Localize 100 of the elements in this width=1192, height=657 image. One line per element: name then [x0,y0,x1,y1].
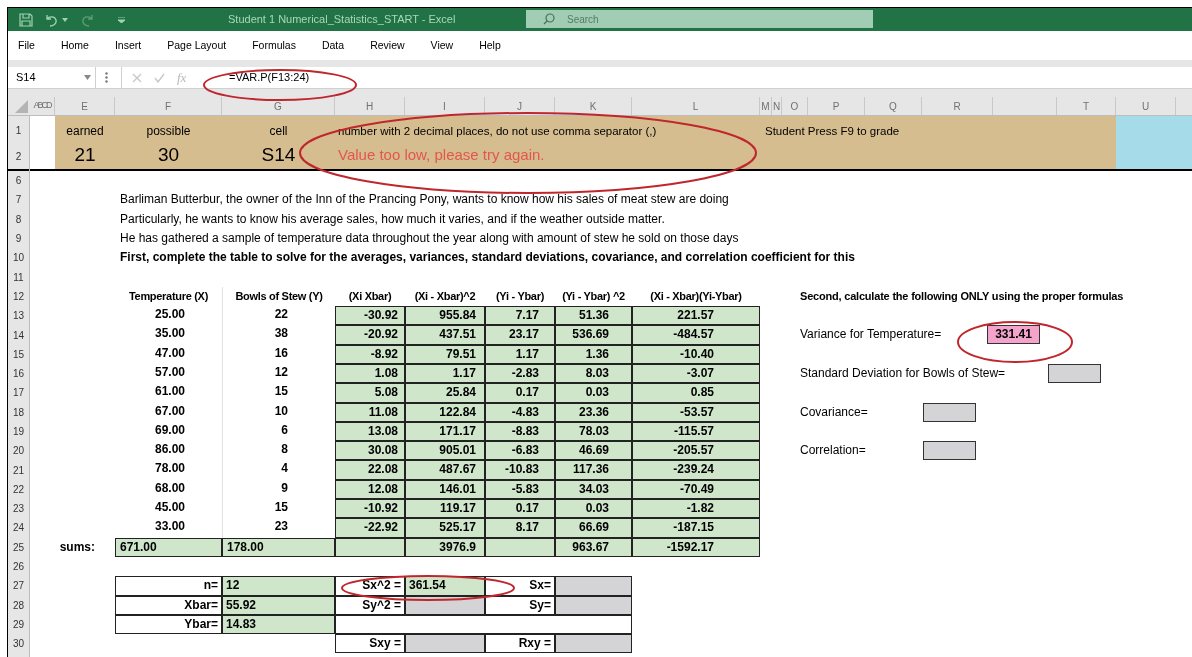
menu-item[interactable]: Review [370,37,405,54]
row-number[interactable]: 10 [12,250,25,266]
table-cell: 955.84 [405,306,485,326]
row-number[interactable]: 28 [12,597,25,613]
table-cell-text: 61.00 [153,383,186,401]
row-number[interactable]: 11 [13,269,24,285]
table-cell: -3.07 [632,363,760,384]
column-header[interactable]: G [274,98,282,114]
row-number[interactable]: 8 [15,211,22,227]
table-cell: -53.57 [632,402,760,422]
column-header[interactable]: K [589,98,597,114]
row-number[interactable]: 25 [12,539,25,555]
column-header[interactable]: I [443,98,446,114]
row-number[interactable]: 23 [12,501,25,517]
row-number[interactable]: 29 [12,616,25,632]
row-number[interactable]: 2 [15,149,22,164]
customize-icon[interactable] [118,16,125,23]
table-cell: 437.51 [405,325,485,345]
row-number[interactable]: 19 [12,424,25,439]
column-header[interactable]: M [761,98,770,114]
table-cell: 8.03 [555,363,632,384]
dropdown-icon[interactable] [84,75,91,80]
answer-box[interactable] [923,441,976,461]
row-number[interactable]: 27 [12,578,25,594]
table-cell: 8.17 [485,518,555,538]
column-header[interactable]: E [81,98,88,114]
column-header[interactable]: N [772,98,781,114]
answer-box[interactable]: 331.41 [987,325,1040,345]
column-header[interactable]: H [365,98,374,114]
column-header[interactable]: O [790,98,799,114]
column-header[interactable]: F [164,98,172,114]
column-header[interactable]: P [832,98,840,114]
answer-box[interactable] [1048,363,1101,383]
table-cell: 221.57 [632,306,760,326]
field-label: Ybar= [115,614,222,635]
row-number[interactable]: 17 [12,385,25,401]
answer-box[interactable] [555,595,632,615]
banner-value: 30 [157,144,180,167]
column-heading: (Yi - Ybar) ^2 [562,288,625,304]
table-cell: 146.01 [405,479,485,500]
window-title: Student 1 Numerical_Statistics_START - Excel [228,12,456,28]
menu-item[interactable]: Page Layout [167,37,227,54]
column-header[interactable]: ABCD [33,99,51,113]
table-cell: 963.67 [555,537,632,557]
menu-item[interactable]: View [430,37,454,54]
column-heading: (Xi - Xbar)(Yi-Ybar) [650,288,742,304]
table-cell: -115.57 [632,421,760,442]
table-cell: 1.17 [485,344,555,364]
table-cell: -6.83 [485,441,555,461]
caret-icon[interactable] [62,17,68,22]
table-cell: 23.17 [485,325,555,345]
answer-box[interactable]: 361.54 [405,576,485,596]
row-number[interactable]: 18 [12,404,25,420]
menu-item[interactable]: Formulas [252,37,296,54]
column-header[interactable]: T [1082,98,1090,114]
row-number[interactable]: 20 [12,443,25,459]
column-header[interactable]: R [953,98,961,114]
row-number[interactable]: 9 [15,231,22,247]
table-cell: -5.83 [485,479,555,500]
instruction-text: number with 2 decimal places, do not use comma separator (,) [338,124,658,139]
row-number[interactable]: 7 [15,192,22,208]
table-cell: 78.03 [555,421,632,442]
answer-box[interactable]: 55.92 [222,595,335,615]
row-number[interactable]: 16 [12,366,25,382]
column-header[interactable]: U [1141,98,1150,114]
name-box[interactable]: S14 [8,67,96,88]
row-number[interactable]: 12 [12,288,25,304]
row-number[interactable]: 1 [15,122,22,138]
table-cell: -10.40 [632,344,760,364]
menu-item[interactable]: Help [479,37,501,54]
menu-item[interactable]: Data [321,37,345,54]
formula-field[interactable]: =VAR.P(F13:24) [229,69,310,86]
answer-box[interactable] [405,634,485,654]
table-cell-text: 57.00 [153,363,186,381]
row-number[interactable]: 26 [12,559,25,575]
row-number[interactable]: 22 [12,481,25,497]
row-number[interactable]: 15 [12,346,25,362]
row-number[interactable]: 21 [12,462,25,478]
more-icon[interactable] [105,72,108,83]
check-icon[interactable] [154,72,165,83]
column-header[interactable]: L [692,98,699,114]
column-header[interactable]: J [517,98,522,114]
answer-box[interactable] [555,634,632,654]
menu-item[interactable]: File [18,37,35,54]
row-number[interactable]: 24 [12,520,25,536]
answer-box[interactable] [555,576,632,596]
answer-box[interactable] [923,402,976,422]
banner-label: possible [146,123,191,140]
row-number[interactable]: 14 [12,327,25,343]
answer-box[interactable]: 14.83 [222,614,335,635]
table-cell: 46.69 [555,441,632,461]
answer-box[interactable]: 12 [222,576,335,596]
menu-item[interactable]: Home [60,37,89,54]
table-cell: 79.51 [405,344,485,364]
row-number[interactable]: 30 [12,636,25,652]
row-number[interactable]: 6 [15,173,22,189]
column-header[interactable]: Q [889,98,897,114]
menu-item[interactable]: Insert [114,37,142,54]
row-number[interactable]: 13 [12,308,25,324]
save-icon[interactable] [18,11,34,28]
